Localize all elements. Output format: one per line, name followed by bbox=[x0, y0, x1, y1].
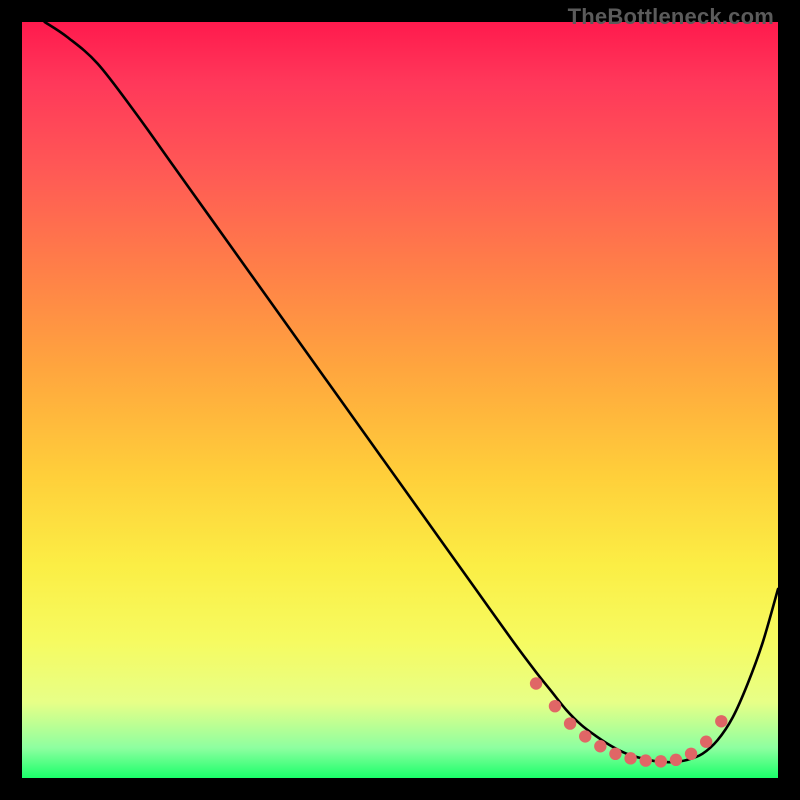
highlight-dot bbox=[530, 677, 542, 689]
highlight-dot bbox=[579, 730, 591, 742]
highlight-dot bbox=[609, 748, 621, 760]
watermark-text: TheBottleneck.com bbox=[568, 4, 774, 30]
highlight-dots-group bbox=[530, 677, 728, 767]
highlight-dot bbox=[655, 755, 667, 767]
chart-frame bbox=[22, 22, 778, 778]
highlight-dot bbox=[640, 754, 652, 766]
bottleneck-curve bbox=[45, 22, 778, 762]
chart-svg bbox=[22, 22, 778, 778]
highlight-dot bbox=[594, 740, 606, 752]
highlight-dot bbox=[624, 752, 636, 764]
highlight-dot bbox=[564, 717, 576, 729]
highlight-dot bbox=[715, 715, 727, 727]
highlight-dot bbox=[685, 748, 697, 760]
highlight-dot bbox=[700, 736, 712, 748]
highlight-dot bbox=[670, 754, 682, 766]
plot-area bbox=[22, 22, 778, 778]
highlight-dot bbox=[549, 700, 561, 712]
